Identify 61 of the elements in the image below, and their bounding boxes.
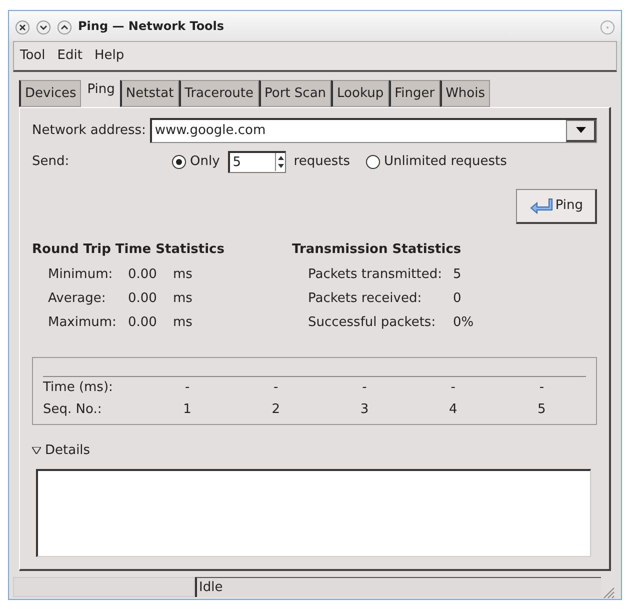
details-text-area[interactable]: [36, 468, 591, 556]
table-cell: 1: [183, 402, 192, 416]
field-suffix: requests: [294, 153, 350, 171]
menu-item[interactable]: Tool: [20, 46, 46, 66]
tab[interactable]: Finger: [388, 80, 440, 107]
status-text: Idle: [195, 576, 601, 597]
ping-button[interactable]: Ping: [516, 189, 597, 224]
radio-button[interactable]: [366, 154, 380, 169]
stat-label: Maximum:: [48, 314, 118, 332]
stat-value: 0.00: [128, 290, 157, 308]
stat-value: 0: [453, 290, 462, 308]
menu-item[interactable]: Edit: [57, 46, 82, 66]
enter-arrow-icon: [529, 196, 554, 215]
count-spinbox[interactable]: 5: [228, 150, 286, 173]
section-heading: Transmission Statistics: [292, 240, 462, 258]
menu-item[interactable]: Help: [94, 46, 124, 66]
tab[interactable]: Devices: [19, 80, 82, 107]
stat-label: Packets received:: [308, 290, 423, 308]
tab[interactable]: Netstat: [120, 80, 179, 107]
stat-label: Successful packets:: [308, 314, 437, 332]
option-label[interactable]: Only: [190, 152, 220, 172]
field-label: Network address:: [32, 122, 146, 140]
stat-value: 0.00: [128, 266, 157, 284]
stat-unit: ms: [172, 290, 192, 308]
table-cell: 5: [538, 402, 546, 416]
table-cell: -: [539, 380, 544, 395]
radio-button[interactable]: [172, 154, 186, 169]
stat-unit: ms: [172, 314, 192, 332]
expander-icon[interactable]: [32, 447, 41, 454]
expander-label[interactable]: Details: [45, 441, 90, 460]
section-heading: Round Trip Time Statistics: [32, 240, 226, 258]
row-label: Seq. No.:: [43, 402, 102, 416]
table-cell: -: [362, 380, 367, 395]
table-cell: 3: [360, 402, 369, 416]
table-cell: -: [274, 380, 278, 395]
table-cell: 4: [448, 402, 458, 416]
minimize-icon[interactable]: [36, 18, 51, 34]
address-combobox[interactable]: www.google.com: [150, 118, 597, 142]
stat-label: Average:: [48, 290, 107, 308]
stat-label: Minimum:: [48, 266, 114, 284]
tab[interactable]: Port Scan: [258, 80, 332, 107]
close-icon[interactable]: [15, 18, 30, 34]
window-title: Ping — Network Tools: [78, 18, 224, 35]
dropdown-button[interactable]: [566, 120, 596, 142]
spin-arrows-icon[interactable]: [274, 152, 285, 170]
table-cell: -: [450, 380, 456, 395]
stat-value: 0%: [453, 314, 474, 332]
field-label: Send:: [32, 153, 70, 171]
stat-label: Packets transmitted:: [308, 266, 443, 284]
maximize-icon[interactable]: [57, 18, 72, 34]
tab[interactable]: Traceroute: [178, 80, 259, 107]
stat-value: 5: [453, 266, 462, 284]
table-cell: 2: [272, 402, 280, 416]
table-cell: -: [184, 380, 190, 395]
row-label: Time (ms):: [43, 380, 113, 395]
option-label[interactable]: Unlimited requests: [384, 152, 507, 172]
stat-unit: ms: [172, 266, 192, 284]
tab[interactable]: Whois: [440, 80, 490, 107]
caret-icon: [576, 127, 586, 134]
tab[interactable]: Lookup: [331, 80, 389, 107]
stat-value: 0.00: [128, 314, 157, 332]
